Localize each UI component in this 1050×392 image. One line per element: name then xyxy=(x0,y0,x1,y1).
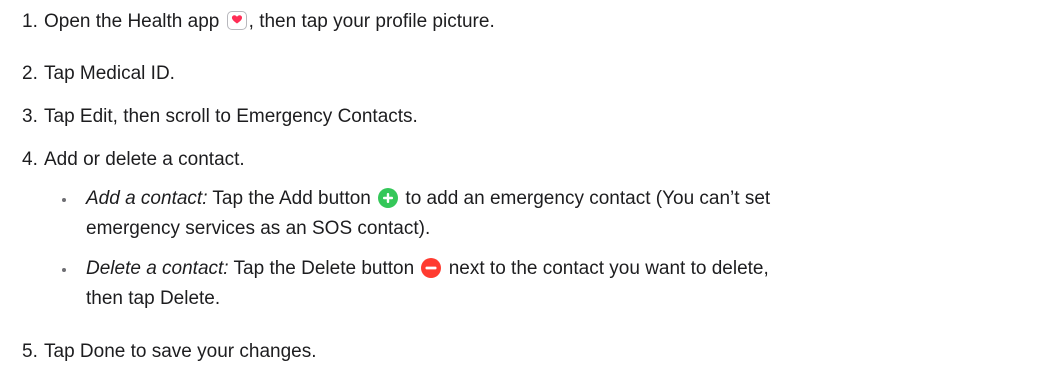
bullet-dot xyxy=(62,198,66,202)
substep-delete-contact: Delete a contact: Tap the Delete button … xyxy=(86,257,769,281)
substep-delete-contact-line2: then tap Delete. xyxy=(86,288,221,309)
substep-text: Tap the Delete button xyxy=(228,258,415,279)
step-text: Open the Health app xyxy=(44,11,220,32)
substep-label: Add a contact: xyxy=(86,188,208,209)
step-1: 1. Open the Health app , then tap your pr… xyxy=(22,10,495,34)
step-3: 3. Tap Edit, then scroll to Emergency Con… xyxy=(22,105,418,129)
add-circle-icon xyxy=(378,188,399,208)
substep-text-continued: to add an emergency contact (You can’t s… xyxy=(400,188,771,209)
substep-add-contact-line2: emergency services as an SOS contact). xyxy=(86,218,431,239)
substep-add-contact: Add a contact: Tap the Add button to add… xyxy=(86,187,770,211)
step-5: 5. Tap Done to save your changes. xyxy=(22,340,317,364)
step-4: 4. Add or delete a contact. xyxy=(22,148,245,172)
step-number: 5. xyxy=(22,341,38,362)
step-text: Tap Edit, then scroll to Emergency Conta… xyxy=(44,106,418,127)
step-number: 3. xyxy=(22,106,38,127)
step-text: Tap Done to save your changes. xyxy=(44,341,317,362)
delete-circle-icon xyxy=(421,258,442,278)
step-text-continued: , then tap your profile picture. xyxy=(248,11,495,32)
step-2: 2. Tap Medical ID. xyxy=(22,62,175,86)
bullet-dot xyxy=(62,268,66,272)
step-text: Add or delete a contact. xyxy=(44,149,245,170)
substep-text: Tap the Add button xyxy=(207,188,371,209)
step-number: 4. xyxy=(22,149,38,170)
substep-label: Delete a contact: xyxy=(86,258,229,279)
step-number: 1. xyxy=(22,11,38,32)
step-text: Tap Medical ID. xyxy=(44,63,175,84)
health-app-icon xyxy=(226,11,247,30)
instruction-list: 1. Open the Health app , then tap your pr… xyxy=(0,0,1050,392)
substep-text-continued: next to the contact you want to delete, xyxy=(443,258,769,279)
step-number: 2. xyxy=(22,63,38,84)
